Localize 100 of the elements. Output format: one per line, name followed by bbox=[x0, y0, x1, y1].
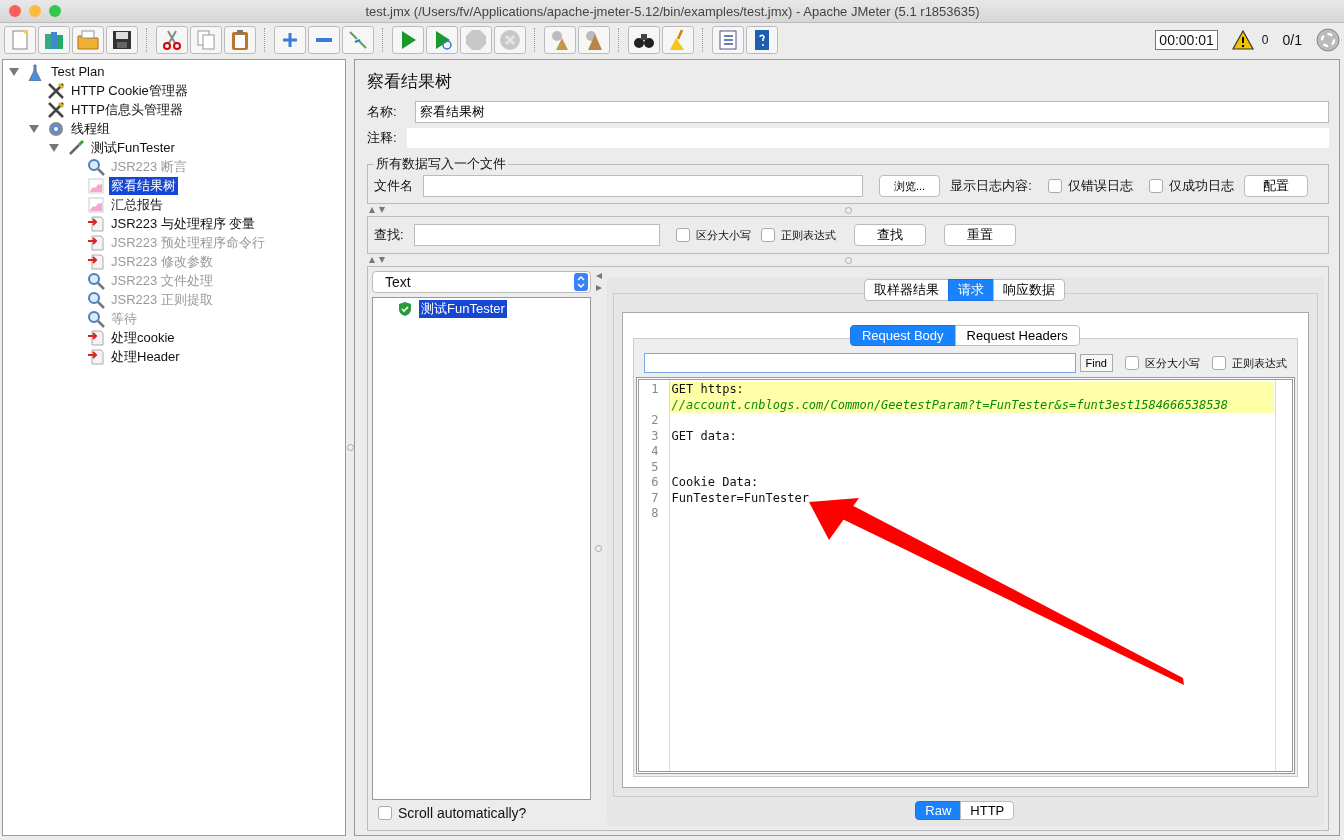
magnifier-icon bbox=[87, 157, 105, 176]
splitter-handle-icon[interactable] bbox=[844, 256, 852, 264]
shutdown-icon bbox=[498, 28, 522, 52]
search-button[interactable]: 重置 bbox=[943, 224, 1016, 246]
tab[interactable]: HTTP bbox=[960, 801, 1015, 820]
checkbox[interactable] bbox=[1148, 179, 1163, 193]
tab[interactable]: Raw bbox=[915, 801, 962, 820]
code-line: FunTester=FunTester bbox=[670, 490, 810, 506]
toolbar-button[interactable] bbox=[106, 26, 138, 54]
code-line: GET data: bbox=[670, 428, 738, 444]
folder-icon bbox=[76, 28, 100, 52]
checkbox-label: 仅成功日志 bbox=[1168, 177, 1234, 195]
line-number: 4 bbox=[650, 444, 660, 460]
line-number: 1 bbox=[650, 382, 660, 398]
expand-triangle-icon[interactable] bbox=[9, 67, 19, 76]
tree-item[interactable]: HTTP信息头管理器 bbox=[69, 100, 185, 119]
checkbox[interactable] bbox=[760, 228, 775, 242]
checkbox[interactable] bbox=[1125, 356, 1139, 370]
line-number: 8 bbox=[650, 506, 660, 522]
stop-sign-icon bbox=[464, 28, 488, 52]
configure-button[interactable]: 配置 bbox=[1243, 175, 1308, 197]
search-button[interactable]: 查找 bbox=[853, 224, 926, 246]
checkbox-label: 正则表达式 bbox=[780, 227, 836, 243]
checkbox-label: 正则表达式 bbox=[1232, 355, 1287, 371]
tree-item[interactable]: 察看结果树 bbox=[109, 176, 178, 195]
log-content-label: 显示日志内容: bbox=[950, 177, 1032, 195]
magnifier-icon bbox=[87, 290, 105, 309]
expand-triangle-icon[interactable] bbox=[49, 143, 59, 152]
zoom-button[interactable] bbox=[49, 5, 61, 17]
warning-icon bbox=[1231, 30, 1254, 50]
tab[interactable]: Request Headers bbox=[954, 325, 1080, 346]
toolbar-button[interactable] bbox=[628, 26, 660, 54]
copy-icon bbox=[194, 28, 218, 52]
tab[interactable]: 请求 bbox=[948, 279, 995, 301]
checkbox[interactable] bbox=[1212, 356, 1226, 370]
checkbox[interactable] bbox=[1047, 179, 1062, 193]
shield-check-icon bbox=[397, 301, 413, 317]
result-item[interactable]: 测试FunTester bbox=[419, 300, 507, 318]
code-line: GET https: bbox=[670, 382, 745, 398]
browse-button[interactable]: 浏览... bbox=[879, 175, 941, 197]
renderer-dropdown[interactable]: Text bbox=[372, 271, 592, 293]
tree-item[interactable]: 测试FunTester bbox=[89, 138, 177, 157]
dropdown-arrows-icon bbox=[574, 273, 589, 291]
page-arrow-icon bbox=[87, 233, 105, 252]
splitter-arrows-icon[interactable] bbox=[595, 273, 602, 291]
tree-item[interactable]: Test Plan bbox=[49, 64, 107, 79]
line-number: 7 bbox=[650, 490, 660, 506]
line-number: 6 bbox=[650, 475, 660, 491]
tree-item[interactable]: 处理cookie bbox=[109, 328, 177, 347]
pipette-icon bbox=[67, 138, 85, 157]
panel-title: 察看结果树 bbox=[367, 71, 453, 93]
warning-count: 0 bbox=[1261, 33, 1269, 47]
expand-triangle-icon[interactable] bbox=[29, 124, 39, 133]
tree-item[interactable]: HTTP Cookie管理器 bbox=[69, 81, 190, 100]
search-label: 查找: bbox=[374, 226, 404, 244]
splitter-handle-icon[interactable] bbox=[595, 545, 603, 552]
tree-item[interactable]: 线程组 bbox=[69, 119, 112, 138]
line-number: 2 bbox=[650, 413, 660, 429]
minimize-button[interactable] bbox=[29, 5, 41, 17]
gear-icon bbox=[47, 119, 65, 138]
code-line: //account.cnblogs.com/Common/GeetestParam?t=FunTester&s=funt3est1584666538538 bbox=[670, 397, 1229, 413]
code-line: Cookie Data: bbox=[670, 475, 760, 491]
splitter-handle-icon[interactable] bbox=[844, 206, 852, 214]
page-arrow-icon bbox=[87, 328, 105, 347]
page-arrow-icon bbox=[87, 214, 105, 233]
splitter-handle-icon[interactable] bbox=[346, 444, 354, 451]
remote-status-icon bbox=[1316, 28, 1340, 52]
tools-icon bbox=[47, 100, 65, 119]
file-name-label: 文件名 bbox=[374, 177, 413, 195]
page-arrow-icon bbox=[87, 347, 105, 366]
minus-icon bbox=[316, 38, 332, 42]
tab[interactable]: 取样器结果 bbox=[864, 279, 950, 301]
line-number: 5 bbox=[650, 459, 660, 475]
search-field[interactable] bbox=[413, 224, 660, 246]
chart-icon bbox=[87, 176, 105, 195]
line-number: 3 bbox=[650, 428, 660, 444]
list-icon bbox=[716, 28, 740, 52]
tree-item[interactable]: 汇总报告 bbox=[109, 195, 165, 214]
thread-count: 0/1 bbox=[1282, 32, 1302, 48]
find-button[interactable]: Find bbox=[1079, 354, 1113, 372]
tree-item[interactable]: 处理Header bbox=[109, 347, 182, 366]
name-field[interactable]: 察看结果树 bbox=[415, 101, 1329, 123]
find-field[interactable] bbox=[643, 353, 1076, 373]
file-name-field[interactable] bbox=[423, 175, 863, 197]
checkbox-label: Scroll automatically? bbox=[398, 805, 527, 821]
checkbox-label: 区分大小写 bbox=[695, 227, 751, 243]
scissors-icon bbox=[160, 28, 184, 52]
checkbox[interactable] bbox=[378, 806, 392, 820]
checkbox-label: 区分大小写 bbox=[1145, 355, 1200, 371]
close-button[interactable] bbox=[9, 5, 21, 17]
tab[interactable]: 响应数据 bbox=[993, 279, 1066, 301]
splitter-arrows-icon[interactable] bbox=[369, 207, 387, 213]
checkbox[interactable] bbox=[675, 228, 690, 242]
chart-icon bbox=[87, 195, 105, 214]
page-arrow-icon bbox=[87, 252, 105, 271]
splitter-arrows-icon[interactable] bbox=[369, 257, 387, 263]
tree-item[interactable]: JSR223 与处理程序 变量 bbox=[109, 214, 258, 233]
name-label: 名称: bbox=[367, 103, 398, 121]
tab[interactable]: Request Body bbox=[849, 325, 956, 346]
magnifier-icon bbox=[87, 309, 105, 328]
